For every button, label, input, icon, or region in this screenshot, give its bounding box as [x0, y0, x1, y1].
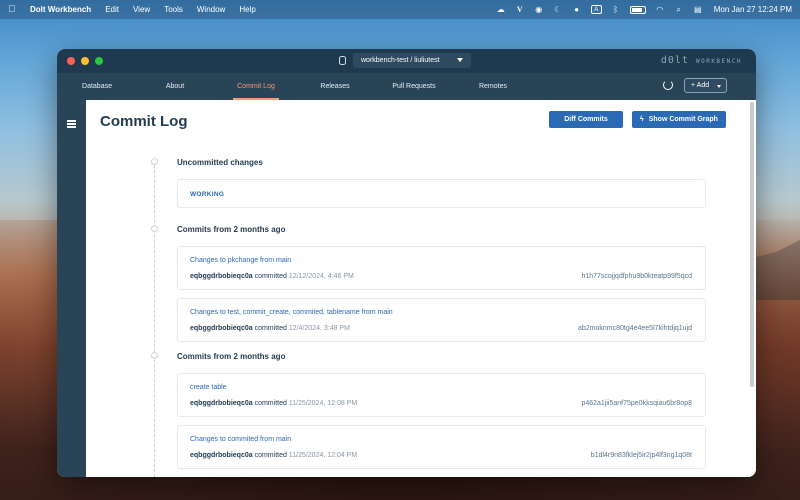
timeline-line [154, 160, 155, 477]
commit-date: 12/4/2024, 3:48 PM [288, 325, 350, 332]
commit-author: eqbggdrbobieqc0a [190, 325, 253, 332]
commit-hash[interactable]: p462a1jii5anf75pe0kksqiau6br8op8 [581, 400, 692, 407]
body-area: Commit Log Diff Commits ϟ Show Commit Gr… [57, 100, 756, 477]
menu-edit[interactable]: Edit [105, 5, 119, 14]
tab-database[interactable]: Database [69, 73, 125, 100]
battery-icon[interactable] [629, 5, 646, 14]
commit-date: 12/12/2024, 4:46 PM [288, 273, 354, 280]
show-commit-graph-button[interactable]: ϟ Show Commit Graph [632, 111, 726, 128]
refresh-icon[interactable] [663, 80, 673, 90]
window-controls [67, 57, 103, 65]
chevron-down-icon [457, 58, 463, 62]
working-card[interactable]: WORKING [177, 179, 706, 208]
graph-icon: ϟ [640, 116, 644, 123]
timeline-dot [151, 225, 158, 232]
search-icon[interactable]: ⌕ [674, 5, 684, 14]
commit-message[interactable]: Changes to pkchange from main [190, 257, 291, 264]
commit-card[interactable]: Changes to pkchange from main eqbggdrbob… [177, 246, 706, 290]
commit-hash[interactable]: b1dl4r9n83fklej5ir2jp4lf3ng1q08t [591, 452, 692, 459]
dolt-workbench-logo: d0lt WORKBENCH [660, 55, 742, 66]
zoom-window-button[interactable] [95, 57, 103, 65]
timeline-dot [151, 352, 158, 359]
commit-date: 11/25/2024, 12:08 PM [288, 400, 358, 407]
dot-icon[interactable]: ● [572, 5, 582, 14]
commit-author: eqbggdrbobieqc0a [190, 452, 253, 459]
tab-remotes[interactable]: Remotes [475, 73, 511, 100]
database-icon [339, 56, 346, 65]
input-source-icon[interactable]: A [590, 5, 602, 14]
diff-commits-button[interactable]: Diff Commits [549, 111, 623, 128]
scrollbar-thumb[interactable] [750, 102, 754, 387]
uncommitted-heading: Uncommitted changes [177, 158, 263, 167]
audio-wave-icon[interactable]: ◉ [534, 5, 544, 14]
commit-hash[interactable]: h1h77scojjqdfphu9b0kteatp99f5qcd [581, 273, 692, 280]
commit-log-panel: Commit Log Diff Commits ϟ Show Commit Gr… [86, 100, 756, 477]
add-button[interactable]: + Add [684, 78, 727, 93]
page-title: Commit Log [100, 113, 188, 130]
commit-meta: eqbggdrbobieqc0a committed 11/25/2024, 1… [190, 400, 358, 407]
commit-author: eqbggdrbobieqc0a [190, 400, 253, 407]
menu-view[interactable]: View [133, 5, 150, 14]
wifi-icon[interactable]: ◠ [655, 5, 665, 14]
menu-tools[interactable]: Tools [164, 5, 183, 14]
close-window-button[interactable] [67, 57, 75, 65]
commit-hash[interactable]: ab2moknmc80tg4e4ee5l7kihtdjq1ujd [578, 325, 692, 332]
commit-meta: eqbggdrbobieqc0a committed 11/25/2024, 1… [190, 452, 358, 459]
hamburger-menu-icon[interactable] [67, 120, 76, 128]
commit-message[interactable]: create table [190, 384, 227, 391]
commit-message[interactable]: Changes to test, commit_create, commited… [190, 309, 393, 316]
bluetooth-icon[interactable]: ᛒ [611, 5, 621, 14]
macos-menubar:  Dolt Workbench Edit View Tools Window … [0, 0, 800, 19]
timeline-dot [151, 158, 158, 165]
tab-pull-requests[interactable]: Pull Requests [387, 73, 441, 100]
menu-window[interactable]: Window [197, 5, 225, 14]
cloud-icon[interactable]: ☁ [496, 5, 506, 14]
moon-icon[interactable]: ☾ [553, 5, 563, 14]
commit-date: 11/25/2024, 12:04 PM [288, 452, 358, 459]
tab-commit-log[interactable]: Commit Log [233, 73, 279, 100]
apple-icon[interactable]:  [8, 4, 18, 15]
menu-help[interactable]: Help [239, 5, 255, 14]
working-label[interactable]: WORKING [190, 191, 224, 198]
app-window: workbench-test / liuliutest d0lt WORKBEN… [57, 49, 756, 477]
chevron-down-icon [717, 85, 721, 88]
top-nav: Database About Commit Log Releases Pull … [57, 73, 756, 100]
branch-select-label: workbench-test / liuliutest [361, 57, 440, 64]
menubar-datetime[interactable]: Mon Jan 27 12:24 PM [714, 5, 792, 14]
commit-card[interactable]: Changes to commited from main eqbggdrbob… [177, 425, 706, 469]
commit-message[interactable]: Changes to commited from main [190, 436, 291, 443]
commit-card[interactable]: create table eqbggdrbobieqc0a committed … [177, 373, 706, 417]
tab-releases[interactable]: Releases [315, 73, 355, 100]
vertical-scrollbar[interactable] [750, 100, 754, 390]
left-sidebar [57, 100, 86, 477]
commit-card[interactable]: Changes to test, commit_create, commited… [177, 298, 706, 342]
group-heading: Commits from 2 months ago [177, 352, 286, 361]
v-app-icon[interactable]: V [515, 5, 525, 14]
commit-meta: eqbggdrbobieqc0a committed 12/12/2024, 4… [190, 273, 354, 280]
titlebar: workbench-test / liuliutest d0lt WORKBEN… [57, 49, 756, 73]
database-branch-select[interactable]: workbench-test / liuliutest [353, 53, 471, 68]
control-center-icon[interactable]: ▤ [693, 5, 703, 14]
group-heading: Commits from 2 months ago [177, 225, 286, 234]
commit-meta: eqbggdrbobieqc0a committed 12/4/2024, 3:… [190, 325, 350, 332]
commit-author: eqbggdrbobieqc0a [190, 273, 253, 280]
minimize-window-button[interactable] [81, 57, 89, 65]
tab-about[interactable]: About [153, 73, 197, 100]
menu-app-name[interactable]: Dolt Workbench [30, 5, 91, 14]
